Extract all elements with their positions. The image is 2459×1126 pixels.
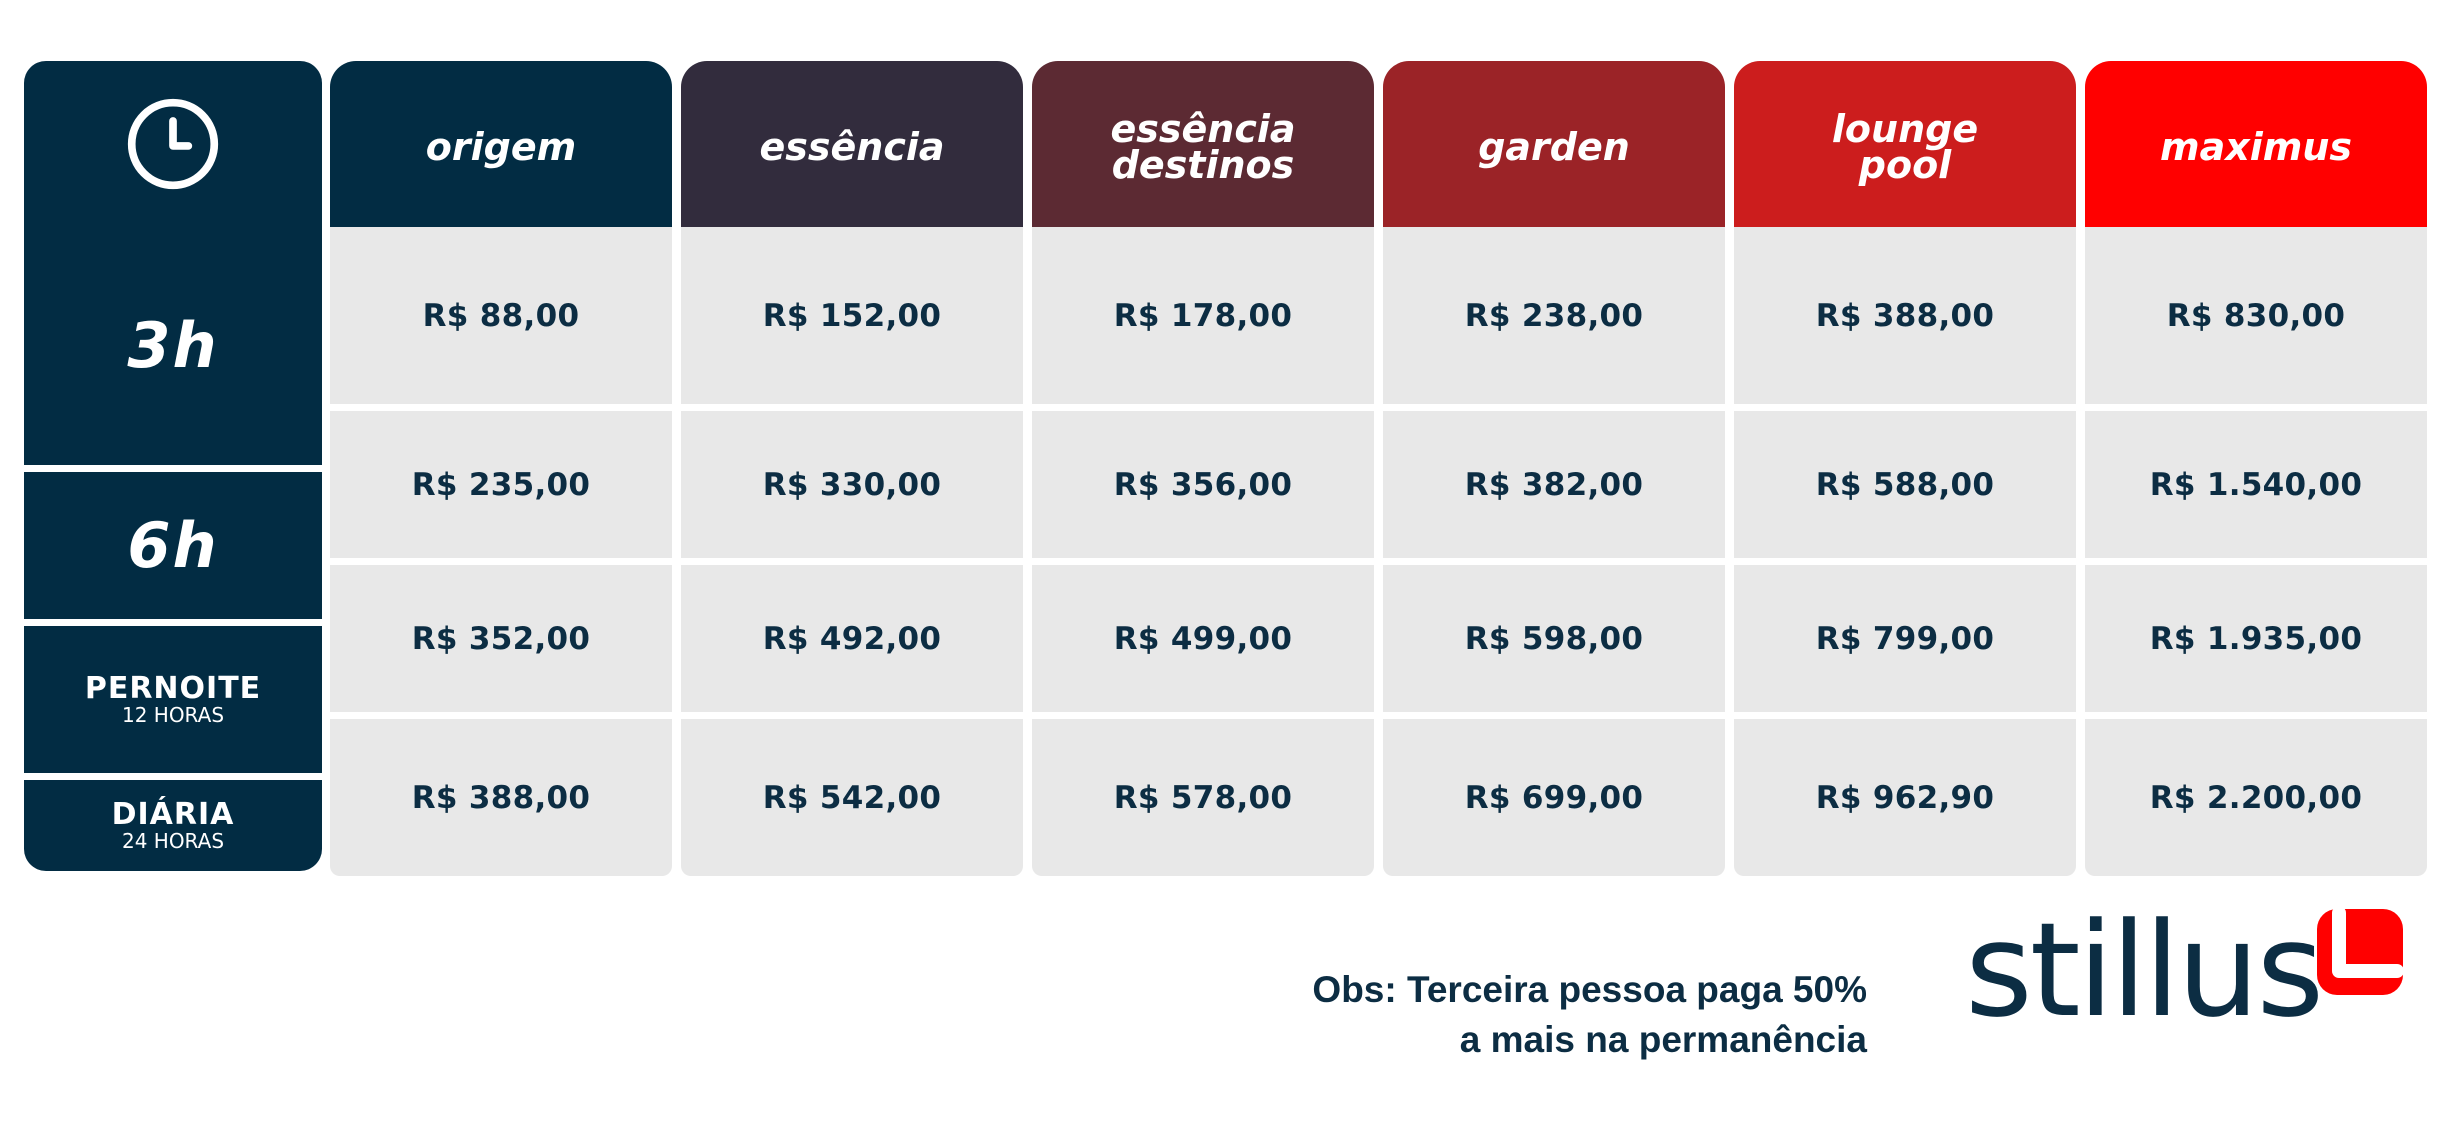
- duration-label: 6h: [127, 508, 219, 582]
- price-cell: R$ 382,00: [1383, 411, 1725, 558]
- footer-note-line1: Obs: Terceira pessoa paga 50%: [1312, 969, 1867, 1010]
- category-header-essencia: essência: [681, 61, 1023, 227]
- duration-row-3h: 3h: [24, 227, 322, 465]
- price-cell: R$ 962,90: [1734, 719, 2076, 876]
- logo-wordmark: stillus: [1965, 894, 2324, 1046]
- price-cell: R$ 238,00: [1383, 227, 1725, 404]
- category-header-maximus: maximus: [2085, 61, 2427, 227]
- category-header-essencia-destinos: essência destinos: [1032, 61, 1374, 227]
- duration-row-pernoite: PERNOITE 12 HORAS: [24, 626, 322, 773]
- footer-note-line2: a mais na permanência: [1459, 1019, 1867, 1060]
- category-header-origem: origem: [330, 61, 672, 227]
- price-cell: R$ 352,00: [330, 565, 672, 712]
- price-cell: R$ 492,00: [681, 565, 1023, 712]
- row-divider: [24, 465, 322, 472]
- clock-icon: [127, 98, 219, 190]
- duration-sublabel: 12 HORAS: [121, 703, 225, 728]
- category-header-lounge-pool: lounge pool: [1734, 61, 2076, 227]
- category-header-garden: garden: [1383, 61, 1725, 227]
- price-cell: R$ 699,00: [1383, 719, 1725, 876]
- duration-column: 3h 6h PERNOITE 12 HORAS DIÁRIA 24 HORAS: [24, 61, 322, 871]
- price-cell: R$ 330,00: [681, 411, 1023, 558]
- price-cell: R$ 178,00: [1032, 227, 1374, 404]
- price-cell: R$ 578,00: [1032, 719, 1374, 876]
- price-cell: R$ 88,00: [330, 227, 672, 404]
- price-cell: R$ 542,00: [681, 719, 1023, 876]
- price-cell: R$ 1.935,00: [2085, 565, 2427, 712]
- duration-label: DIÁRIA: [111, 796, 235, 832]
- price-cell: R$ 799,00: [1734, 565, 2076, 712]
- duration-row-diaria: DIÁRIA 24 HORAS: [24, 780, 322, 871]
- price-cell: R$ 235,00: [330, 411, 672, 558]
- price-cell: R$ 830,00: [2085, 227, 2427, 404]
- duration-header: [24, 61, 322, 227]
- footer-note: Obs: Terceira pessoa paga 50% a mais na …: [1312, 965, 1867, 1065]
- stillus-logo: stillus: [1965, 905, 2415, 1065]
- duration-label: PERNOITE: [84, 670, 262, 706]
- price-cell: R$ 1.540,00: [2085, 411, 2427, 558]
- price-cell: R$ 152,00: [681, 227, 1023, 404]
- row-divider: [24, 619, 322, 626]
- duration-row-6h: 6h: [24, 472, 322, 619]
- price-cell: R$ 388,00: [1734, 227, 2076, 404]
- price-cell: R$ 2.200,00: [2085, 719, 2427, 876]
- price-cell: R$ 588,00: [1734, 411, 2076, 558]
- price-cell: R$ 388,00: [330, 719, 672, 876]
- row-divider: [24, 773, 322, 780]
- duration-sublabel: 24 HORAS: [121, 829, 225, 854]
- price-cell: R$ 356,00: [1032, 411, 1374, 558]
- price-cell: R$ 499,00: [1032, 565, 1374, 712]
- price-cell: R$ 598,00: [1383, 565, 1725, 712]
- duration-label: 3h: [127, 309, 219, 382]
- stillus-logo-icon: [2317, 906, 2404, 995]
